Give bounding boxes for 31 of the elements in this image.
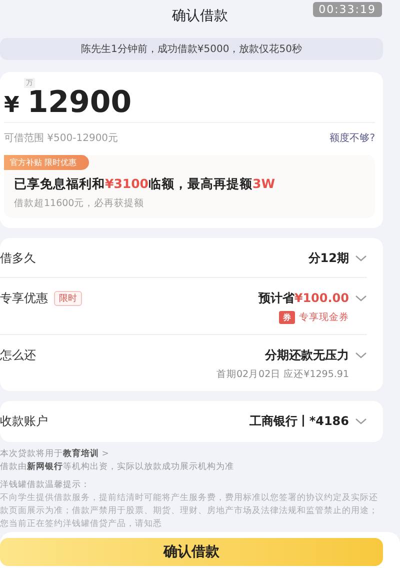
confirm-button[interactable]: 确认借款	[0, 538, 383, 566]
chevron-icon[interactable]	[355, 352, 367, 359]
option-label: 怎么还	[0, 347, 36, 364]
coupon-label: 专享现金券	[299, 311, 349, 324]
option-label: 专享优惠	[0, 290, 48, 307]
promo-headline: 已享免息福利和¥3100临额，最高再提额3W	[14, 176, 276, 193]
coupon-icon: 券	[279, 311, 295, 324]
promo-subtext: 借款超11600元，必再获提额	[14, 197, 146, 210]
currency-symbol: ¥	[4, 93, 20, 118]
chevron-icon[interactable]	[355, 295, 367, 302]
amount-field[interactable]: 12900	[27, 88, 132, 118]
option-value[interactable]: 预计省¥100.00	[258, 290, 349, 307]
notice-bar: 陈先生1分钟前，成功借款¥5000，放款仅花50秒	[0, 38, 383, 60]
timer-badge: 00:33:19	[312, 2, 382, 17]
limited-tag: 限时	[54, 291, 82, 306]
account-label: 收款账户	[0, 413, 48, 430]
option-value[interactable]: 分12期	[308, 250, 349, 267]
page-title: 确认借款	[172, 7, 228, 25]
note-text: 借款由新网银行等机构出资，实际以放款成功展示机构为准	[0, 461, 235, 473]
tips-title: 洋钱罐借款温馨提示：	[0, 479, 91, 491]
option-label: 借多久	[0, 250, 36, 267]
account-value[interactable]: 工商银行丨*4186	[249, 413, 349, 430]
tips-text: 不向学生提供借款服务，提前结清时可能将产生服务费，费用标准以您签署的协议约定及实际还款页面展示为准；借款严禁用于股票、期货、理财、房地产市场及法律法规和监管禁止的用途；您当前正在签约洋钱罐借贷产品，请知悉	[0, 492, 378, 532]
quota-link[interactable]: 额度不够?	[330, 131, 375, 145]
chevron-icon[interactable]	[355, 418, 367, 425]
repayment-detail: 首期02月02日 应还¥1295.91	[216, 368, 349, 381]
option-value[interactable]: 分期还款无压力	[265, 347, 349, 364]
note-text: 本次贷款将用于教育培训 >	[0, 448, 110, 460]
chevron-icon[interactable]	[355, 255, 367, 262]
promo-tag: 官方补贴 限时优惠	[4, 155, 89, 170]
range-text: 可借范围 ¥500-12900元	[4, 132, 118, 145]
